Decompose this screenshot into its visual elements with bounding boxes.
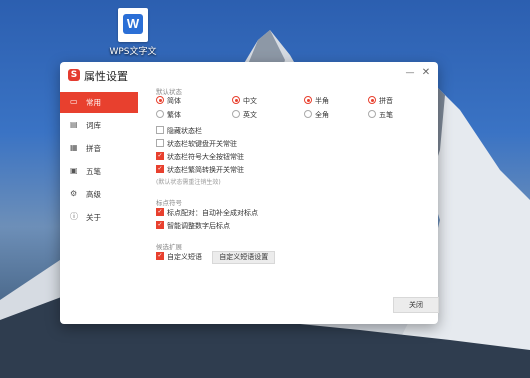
sidebar-item-label: 词库 — [86, 121, 101, 130]
section-title-candidate: 候选扩展 — [156, 243, 182, 251]
radio-traditional[interactable]: 繁体 — [156, 110, 181, 121]
radio-wubi[interactable]: 五笔 — [368, 110, 393, 121]
checkbox-label: 状态栏符号大全按钮常驻 — [167, 153, 244, 161]
custom-phrase-row: ✓ 自定义短语 自定义短语设置 — [156, 251, 432, 264]
minimize-button[interactable]: — — [404, 67, 416, 79]
radio-label: 简体 — [167, 97, 181, 105]
sidebar-item-label: 高级 — [86, 190, 101, 199]
default-state-note: (默认状态需重注销生效) — [156, 179, 221, 186]
sidebar-item-dictionary[interactable]: ▤ 词库 — [60, 115, 144, 136]
title-bar: S 属性设置 — ✕ — [60, 62, 438, 88]
sidebar-item-label: 五笔 — [86, 167, 101, 176]
checkbox-indicator: ✓ — [156, 252, 164, 260]
sidebar-item-wubi[interactable]: ▣ 五笔 — [60, 161, 144, 182]
radio-english[interactable]: 英文 — [232, 110, 257, 121]
sidebar-item-pinyin[interactable]: ▦ 拼音 — [60, 138, 144, 159]
radio-indicator — [232, 110, 240, 118]
radio-chinese[interactable]: 中文 — [232, 96, 257, 107]
radio-half-width[interactable]: 半角 — [304, 96, 329, 107]
checkbox-trad-simp-toggle[interactable]: ✓ 状态栏繁简转换开关常驻 — [156, 164, 432, 177]
close-button[interactable]: 关闭 — [393, 297, 439, 313]
checkbox-symbols-button[interactable]: ✓ 状态栏符号大全按钮常驻 — [156, 151, 432, 164]
radio-indicator — [156, 110, 164, 118]
dialog-title: 属性设置 — [84, 70, 128, 83]
checkbox-label: 状态栏软键盘开关常驻 — [167, 140, 237, 148]
checkbox-soft-keyboard[interactable]: 状态栏软键盘开关常驻 — [156, 138, 432, 151]
checkbox-custom-phrase[interactable]: ✓ 自定义短语 — [156, 252, 202, 261]
radio-label: 拼音 — [379, 97, 393, 105]
sidebar-item-label: 关于 — [86, 213, 101, 222]
checkbox-hide-status-bar[interactable]: 隐藏状态栏 — [156, 125, 432, 138]
wubi-icon: ▣ — [70, 166, 78, 175]
checkbox-indicator — [156, 126, 164, 134]
checkbox-label: 标点配对：自动补全成对标点 — [167, 209, 258, 217]
section-title-punctuation: 标点符号 — [156, 199, 182, 207]
info-icon: ⓘ — [70, 212, 78, 221]
desktop-icon-wps[interactable]: W WPS文字文 — [106, 8, 160, 57]
sidebar: ▭ 常用 ▤ 词库 ▦ 拼音 ▣ 五笔 ⚙ 高级 ⓘ 关于 — [60, 92, 144, 230]
radio-label: 五笔 — [379, 111, 393, 119]
radio-label: 全角 — [315, 111, 329, 119]
sogou-logo-icon: S — [68, 69, 80, 81]
desktop-icon-label: WPS文字文 — [109, 47, 157, 57]
checkbox-smart-number-punctuation[interactable]: ✓ 智能调整数字后标点 — [156, 220, 432, 233]
radio-row-1: 简体 中文 半角 拼音 — [156, 96, 432, 107]
sidebar-item-label: 拼音 — [86, 144, 101, 153]
radio-indicator — [304, 96, 312, 104]
custom-phrase-settings-button[interactable]: 自定义短语设置 — [212, 251, 276, 264]
sidebar-item-about[interactable]: ⓘ 关于 — [60, 207, 144, 228]
radio-pinyin[interactable]: 拼音 — [368, 96, 393, 107]
sidebar-item-common[interactable]: ▭ 常用 — [60, 92, 138, 113]
radio-label: 半角 — [315, 97, 329, 105]
radio-label: 中文 — [243, 97, 257, 105]
checkbox-indicator: ✓ — [156, 165, 164, 173]
checkbox-indicator: ✓ — [156, 208, 164, 216]
checkbox-indicator: ✓ — [156, 221, 164, 229]
close-window-button[interactable]: ✕ — [420, 67, 432, 79]
section-title-default-state: 默认状态 — [156, 88, 182, 96]
radio-simplified[interactable]: 简体 — [156, 96, 181, 107]
radio-indicator — [368, 110, 376, 118]
checkbox-label: 自定义短语 — [167, 253, 202, 261]
radio-indicator — [304, 110, 312, 118]
sidebar-item-advanced[interactable]: ⚙ 高级 — [60, 184, 144, 205]
gear-icon: ⚙ — [70, 189, 78, 198]
wps-document-icon: W — [118, 8, 148, 42]
pinyin-icon: ▦ — [70, 143, 78, 152]
settings-content: 默认状态 简体 中文 半角 拼音 繁体 英文 全角 五笔 隐藏状态栏 状态栏软键… — [156, 86, 432, 264]
radio-row-2: 繁体 英文 全角 五笔 — [156, 110, 432, 121]
radio-label: 繁体 — [167, 111, 181, 119]
radio-indicator — [368, 96, 376, 104]
radio-indicator — [232, 96, 240, 104]
dictionary-icon: ▤ — [70, 120, 78, 129]
monitor-icon: ▭ — [70, 97, 78, 106]
properties-dialog: S 属性设置 — ✕ ▭ 常用 ▤ 词库 ▦ 拼音 ▣ 五笔 ⚙ 高级 ⓘ 关于 — [60, 62, 439, 324]
checkbox-label: 状态栏繁简转换开关常驻 — [167, 166, 244, 174]
checkbox-indicator — [156, 139, 164, 147]
checkbox-punctuation-pairing[interactable]: ✓ 标点配对：自动补全成对标点 — [156, 207, 432, 220]
radio-indicator — [156, 96, 164, 104]
sidebar-item-label: 常用 — [86, 98, 101, 107]
radio-label: 英文 — [243, 111, 257, 119]
radio-full-width[interactable]: 全角 — [304, 110, 329, 121]
checkbox-label: 智能调整数字后标点 — [167, 222, 230, 230]
checkbox-indicator: ✓ — [156, 152, 164, 160]
checkbox-label: 隐藏状态栏 — [167, 127, 202, 135]
